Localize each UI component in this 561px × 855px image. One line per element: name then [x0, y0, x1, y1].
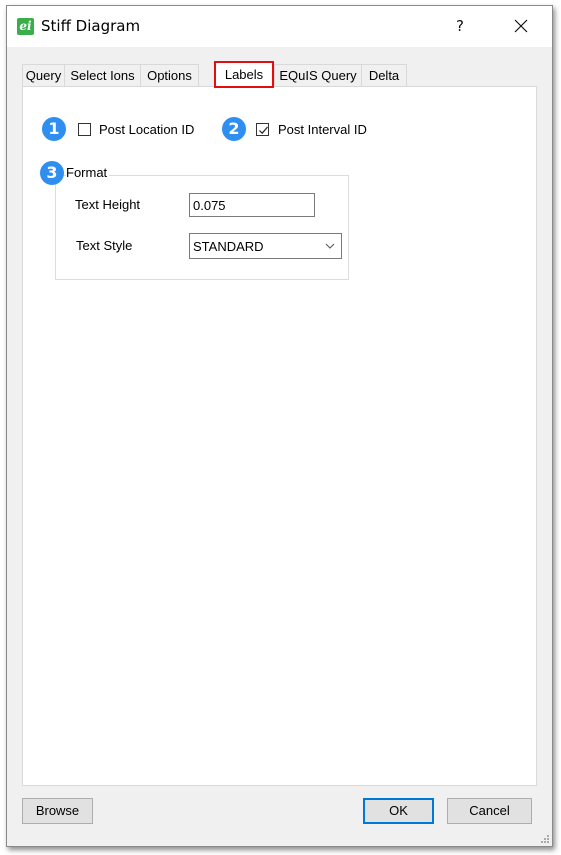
resize-grip-icon[interactable] [540, 834, 550, 844]
tab-options[interactable]: Options [140, 64, 199, 87]
checkmark-icon [259, 126, 268, 135]
chevron-down-icon [325, 243, 335, 249]
close-button[interactable] [503, 12, 539, 40]
tab-select-ions[interactable]: Select Ions [64, 64, 141, 87]
help-button[interactable]: ? [445, 14, 475, 38]
text-height-label: Text Height [75, 197, 141, 212]
text-style-label: Text Style [76, 238, 133, 253]
cancel-button[interactable]: Cancel [447, 798, 532, 824]
text-height-input[interactable] [189, 193, 315, 217]
tab-labels[interactable]: Labels [214, 61, 274, 88]
format-groupbox [55, 175, 349, 280]
post-interval-id-label[interactable]: Post Interval ID [278, 122, 367, 137]
app-icon: ei [17, 18, 34, 35]
text-style-select[interactable]: STANDARD [189, 233, 342, 259]
callout-badge-3: 3 [40, 161, 64, 185]
labels-tab-panel: 1 Post Location ID 2 Post Interval ID 3 … [22, 86, 537, 786]
format-legend: Format [66, 165, 110, 180]
ok-button[interactable]: OK [363, 798, 434, 824]
browse-button[interactable]: Browse [22, 798, 93, 824]
tab-delta[interactable]: Delta [361, 64, 407, 87]
post-location-id-checkbox[interactable] [78, 123, 91, 136]
close-icon [514, 19, 528, 33]
stiff-diagram-dialog: ei Stiff Diagram ? Query Select Ions Opt… [6, 5, 553, 847]
tab-equis-query[interactable]: EQuIS Query [274, 64, 362, 87]
text-style-value: STANDARD [193, 239, 264, 254]
tab-query[interactable]: Query [22, 64, 65, 87]
window-title: Stiff Diagram [41, 17, 141, 35]
post-interval-id-checkbox[interactable] [256, 123, 269, 136]
callout-badge-2: 2 [222, 117, 246, 141]
callout-badge-1: 1 [42, 117, 66, 141]
title-bar[interactable]: ei Stiff Diagram ? [7, 6, 552, 47]
post-location-id-label[interactable]: Post Location ID [99, 122, 194, 137]
